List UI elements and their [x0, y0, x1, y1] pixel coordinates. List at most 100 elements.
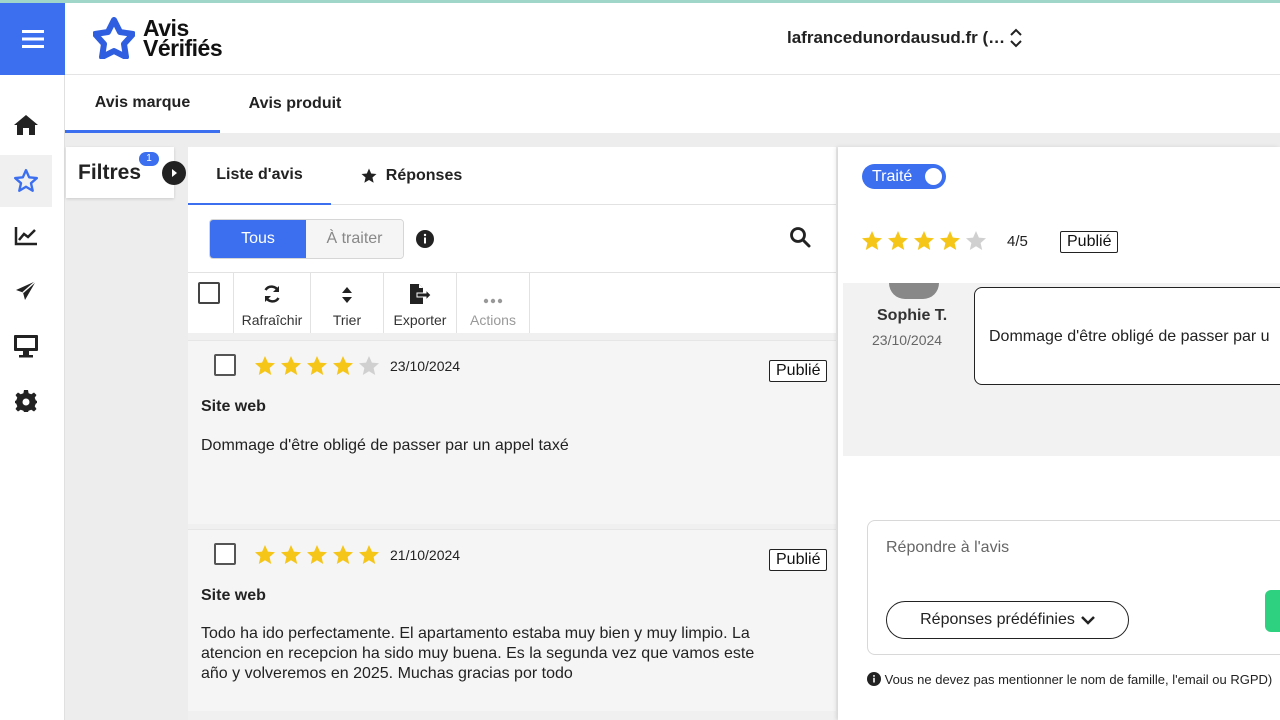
logo-icon: [93, 17, 135, 59]
info-button[interactable]: [416, 230, 434, 253]
caret-right-icon: [172, 169, 177, 177]
monitor-icon: [14, 335, 38, 358]
star-empty-icon: [359, 356, 379, 375]
refresh-label: Rafraîchir: [241, 312, 303, 328]
review-select-checkbox[interactable]: [214, 354, 236, 376]
review-status-badge: Publié: [769, 360, 828, 382]
review-select-checkbox[interactable]: [214, 543, 236, 565]
star-filled-icon: [307, 356, 327, 375]
site-selector-label: lafrancedunordausud.fr (…: [787, 28, 1006, 47]
review-date: 23/10/2024: [390, 358, 461, 374]
export-button[interactable]: Exporter: [383, 273, 456, 333]
review-text: Dommage d'être obligé de passer par un a…: [201, 437, 569, 454]
star-filled-icon: [255, 356, 275, 375]
tab-product-reviews[interactable]: Avis produit: [230, 75, 360, 133]
reply-input[interactable]: [886, 539, 1266, 557]
chart-icon: [14, 227, 37, 246]
star-empty-icon: [966, 231, 986, 250]
menu-button[interactable]: [0, 3, 65, 75]
filters-label: Filtres: [78, 160, 142, 184]
send-icon: [16, 280, 37, 300]
sidebar-item-campaigns[interactable]: [0, 265, 52, 317]
star-filled-icon: [940, 231, 960, 250]
filter-all-button[interactable]: Tous: [210, 220, 306, 258]
toggle-knob: [925, 168, 942, 185]
actions-label: Actions: [470, 312, 516, 328]
tab-brand-reviews[interactable]: Avis marque: [65, 75, 220, 133]
refresh-icon: [264, 285, 280, 303]
sort-button[interactable]: Trier: [310, 273, 383, 333]
star-filled-icon: [359, 545, 379, 564]
reply-box: Réponses prédéfinies: [867, 520, 1280, 655]
sidebar-item-reviews[interactable]: [0, 155, 52, 207]
star-filled-icon: [281, 356, 301, 375]
main-tabs: Avis marque Avis produit: [65, 75, 1280, 133]
filters-expand-button[interactable]: [162, 161, 186, 185]
star-icon: [13, 168, 39, 192]
hamburger-icon: [21, 30, 44, 48]
processed-toggle[interactable]: Traité: [862, 164, 946, 189]
tab-replies[interactable]: Réponses: [351, 147, 471, 205]
detail-rating-stars: [860, 229, 988, 253]
select-all-checkbox[interactable]: [198, 282, 220, 304]
review-rating-stars: [253, 543, 381, 567]
sidebar-item-statistics[interactable]: [0, 210, 52, 262]
sidebar: [0, 3, 65, 720]
sidebar-item-home[interactable]: [0, 99, 52, 151]
avis-verifies-logo[interactable]: Avis Vérifiés: [93, 15, 223, 61]
info-icon: [867, 672, 881, 686]
search-icon: [790, 227, 811, 248]
review-detail-panel: Traité 4/5 Publié Sophie T. 23/10/2024 D…: [838, 147, 1280, 720]
star-icon: [361, 168, 377, 183]
star-filled-icon: [255, 545, 275, 564]
review-rating-stars: [253, 354, 381, 378]
export-file-icon: [410, 284, 431, 304]
logo-text: Avis Vérifiés: [143, 15, 223, 61]
search-button[interactable]: [789, 226, 811, 253]
review-source: Site web: [201, 398, 266, 415]
review-thread: Sophie T. 23/10/2024 Dommage d'être obli…: [843, 283, 1280, 456]
gear-icon: [15, 390, 37, 412]
sidebar-item-settings[interactable]: [0, 375, 52, 427]
review-status-badge: Publié: [769, 549, 828, 571]
export-label: Exporter: [393, 312, 447, 328]
review-card[interactable]: 21/10/2024 Publié Site web Todo ha ido p…: [188, 529, 836, 711]
star-filled-icon: [333, 356, 353, 375]
chevron-down-icon: [1080, 616, 1095, 625]
star-filled-icon: [914, 231, 934, 250]
status-filter-bar: Tous À traiter: [188, 205, 836, 273]
star-filled-icon: [281, 545, 301, 564]
tab-review-list-label: Liste d'avis: [216, 166, 303, 183]
send-reply-button[interactable]: [1265, 590, 1280, 632]
tab-replies-label: Réponses: [385, 167, 463, 184]
refresh-button[interactable]: Rafraîchir: [233, 273, 310, 333]
review-list-panel: Liste d'avis Réponses Tous À traiter Raf…: [188, 147, 836, 720]
filter-to-process-button[interactable]: À traiter: [306, 220, 403, 258]
detail-status-badge: Publié: [1060, 231, 1119, 253]
star-filled-icon: [307, 545, 327, 564]
filter-count-badge: 1: [139, 152, 159, 166]
site-selector[interactable]: lafrancedunordausud.fr (…: [787, 27, 1023, 49]
tab-review-list[interactable]: Liste d'avis: [188, 147, 331, 205]
star-filled-icon: [333, 545, 353, 564]
app-header: Avis Vérifiés lafrancedunordausud.fr (…: [65, 3, 1280, 75]
sidebar-item-widgets[interactable]: [0, 320, 52, 372]
star-filled-icon: [888, 231, 908, 250]
actions-button[interactable]: Actions: [456, 273, 529, 333]
sort-icon: [342, 287, 352, 303]
review-text: Todo ha ido perfectamente. El apartament…: [201, 625, 755, 682]
home-icon: [14, 115, 38, 135]
review-card[interactable]: 23/10/2024 Publié Site web Dommage d'êtr…: [188, 340, 836, 524]
review-date: 21/10/2024: [390, 547, 461, 563]
info-icon: [416, 230, 434, 248]
toolbar-divider: [529, 273, 530, 333]
review-message-bubble: Dommage d'être obligé de passer par u: [974, 287, 1280, 385]
chevron-updown-icon: [1010, 28, 1022, 48]
review-source: Site web: [201, 587, 266, 604]
predefined-replies-dropdown[interactable]: Réponses prédéfinies: [886, 601, 1129, 639]
processed-toggle-label: Traité: [872, 167, 913, 185]
sort-label: Trier: [332, 312, 362, 328]
reviewer-name: Sophie T.: [877, 307, 948, 324]
gdpr-note: Vous ne devez pas mentionner le nom de f…: [867, 672, 1280, 688]
more-horizontal-icon: [483, 298, 503, 304]
